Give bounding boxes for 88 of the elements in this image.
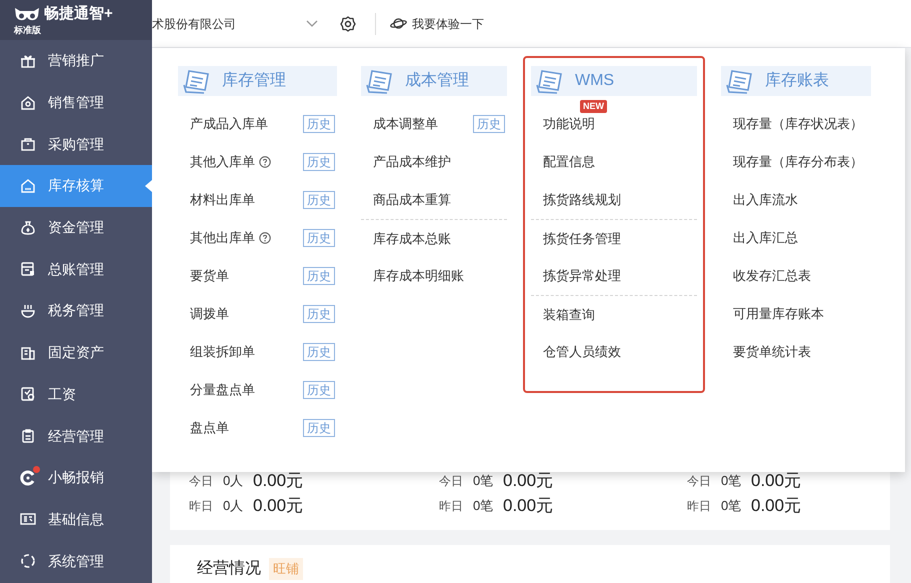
amount-value: 0.00元 — [503, 470, 554, 492]
company-name[interactable]: 术股份有限公司 — [152, 14, 300, 32]
menu-link[interactable]: 材料出库单 — [190, 190, 255, 210]
menu-link[interactable]: 收发存汇总表 — [733, 266, 811, 286]
menu-link[interactable]: 库存成本总账 — [373, 228, 451, 248]
menu-link[interactable]: 产品成本维护 — [373, 152, 451, 172]
new-badge: NEW — [580, 100, 607, 113]
c-logo-icon — [20, 470, 36, 486]
menu-link[interactable]: 调拨单 — [190, 304, 229, 324]
amount-value: 0.00元 — [751, 494, 802, 517]
menu-link[interactable]: 仓管人员绩效 — [543, 342, 621, 362]
card-icon — [20, 261, 36, 278]
count-value: 0人 — [223, 496, 244, 515]
settings-icon[interactable] — [340, 16, 356, 32]
help-icon[interactable] — [259, 232, 271, 244]
bag-icon — [20, 136, 36, 152]
sidebar-item[interactable]: 小畅报销 — [0, 456, 152, 499]
amount-value: 0.00元 — [253, 494, 304, 517]
chevron-down-icon[interactable] — [306, 20, 318, 28]
menu-link[interactable]: 盘点单 — [190, 418, 229, 438]
planet-icon — [390, 17, 407, 30]
menu-link[interactable]: 其他出库单 — [190, 228, 255, 248]
brand-name: 畅捷通智+ — [44, 6, 113, 21]
day-label: 今日 — [439, 472, 464, 490]
sidebar-item[interactable]: 总账管理 — [0, 248, 152, 290]
sidebar-item[interactable]: 工资 — [0, 374, 152, 416]
section-title: 经营情况 — [197, 558, 261, 579]
day-label: 昨日 — [189, 498, 214, 514]
column-title: 库存管理 — [222, 70, 286, 91]
day-label: 昨日 — [439, 498, 464, 514]
gift-icon — [20, 52, 36, 69]
column-title: 库存账表 — [765, 70, 829, 91]
menu-link[interactable]: 出入库流水 — [733, 190, 798, 210]
day-label: 昨日 — [687, 498, 712, 514]
amount-value: 0.00元 — [253, 470, 304, 492]
sidebar-item[interactable]: 采购管理 — [0, 123, 152, 166]
count-value: 0笔 — [473, 472, 494, 490]
menu-link[interactable]: 组装拆卸单 — [190, 342, 255, 362]
menu-link[interactable]: 商品成本重算 — [373, 190, 451, 210]
clipboard-icon — [20, 428, 36, 444]
building-icon — [20, 344, 36, 361]
sidebar-item[interactable]: 营销推广 — [0, 40, 152, 82]
sidebar-item[interactable]: 经营管理 — [0, 415, 152, 457]
house-icon — [20, 94, 36, 111]
menu-link[interactable]: 可用量库存账本 — [733, 304, 824, 324]
day-label: 今日 — [189, 472, 214, 490]
tag-label: 旺铺 — [269, 558, 303, 580]
menu-link[interactable]: 现存量（库存状况表） — [733, 114, 863, 134]
sidebar-item[interactable]: 税务管理 — [0, 290, 152, 332]
owl-logo-icon — [14, 6, 40, 22]
help-icon[interactable] — [259, 156, 271, 168]
menu-link[interactable]: 拣货任务管理 — [543, 228, 621, 248]
column-title: WMS — [575, 71, 614, 91]
count-value: 0笔 — [473, 496, 494, 515]
menu-link[interactable]: 功能说明 — [543, 114, 595, 134]
menu-link[interactable]: 出入库汇总 — [733, 228, 798, 248]
edition-label: 标准版 — [14, 26, 42, 34]
trial-link[interactable]: 我要体验一下 — [390, 14, 484, 32]
menu-link[interactable]: 成本调整单 — [373, 114, 438, 134]
dashed-circle-icon — [20, 553, 36, 570]
sidebar-item[interactable]: 系统管理 — [0, 540, 152, 582]
sidebar-item[interactable]: 销售管理 — [0, 82, 152, 124]
count-value: 0人 — [223, 472, 244, 490]
menu-link[interactable]: 拣货异常处理 — [543, 266, 621, 286]
menu-link[interactable]: 其他入库单 — [190, 152, 255, 172]
sidebar-item[interactable]: 固定资产 — [0, 332, 152, 374]
column-title: 成本管理 — [405, 70, 469, 91]
count-value: 0笔 — [721, 472, 742, 490]
menu-link[interactable]: 要货单 — [190, 266, 229, 286]
menu-link[interactable]: 库存成本明细账 — [373, 266, 464, 286]
menu-link[interactable]: 配置信息 — [543, 152, 595, 172]
menu-link[interactable]: 拣货路线规划 — [543, 190, 621, 210]
menu-link[interactable]: 分量盘点单 — [190, 380, 255, 400]
menu-link[interactable]: 装箱查询 — [543, 304, 595, 324]
day-label: 今日 — [687, 472, 712, 490]
amount-value: 0.00元 — [503, 494, 554, 517]
sidebar-item[interactable]: 资金管理 — [0, 206, 152, 248]
menu-link[interactable]: 要货单统计表 — [733, 342, 811, 362]
document-icon — [20, 386, 36, 402]
menu-link[interactable]: 产成品入库单 — [190, 114, 268, 134]
menu-link[interactable]: 现存量（库存分布表） — [733, 152, 863, 172]
count-value: 0笔 — [721, 496, 742, 515]
house-icon — [20, 178, 36, 194]
amount-value: 0.00元 — [751, 470, 802, 492]
money-bag-icon — [20, 220, 36, 236]
sidebar-item[interactable]: 基础信息 — [0, 498, 152, 540]
id-card-icon — [20, 511, 36, 528]
bowl-icon — [20, 302, 36, 319]
